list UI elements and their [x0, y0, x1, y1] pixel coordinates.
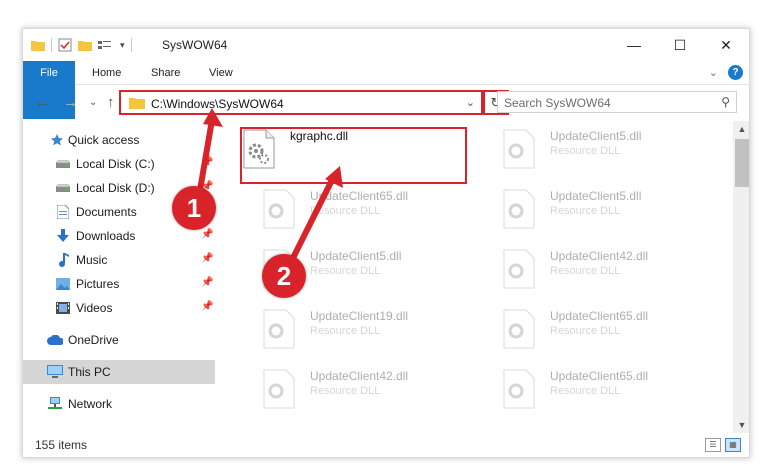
- step-1-callout: 1: [172, 186, 216, 230]
- arrow-2: [287, 178, 335, 266]
- step-2-callout: 2: [262, 254, 306, 298]
- arrow-1-head: [203, 108, 223, 127]
- annotation-arrows: [196, 108, 343, 266]
- arrow-1: [196, 119, 215, 197]
